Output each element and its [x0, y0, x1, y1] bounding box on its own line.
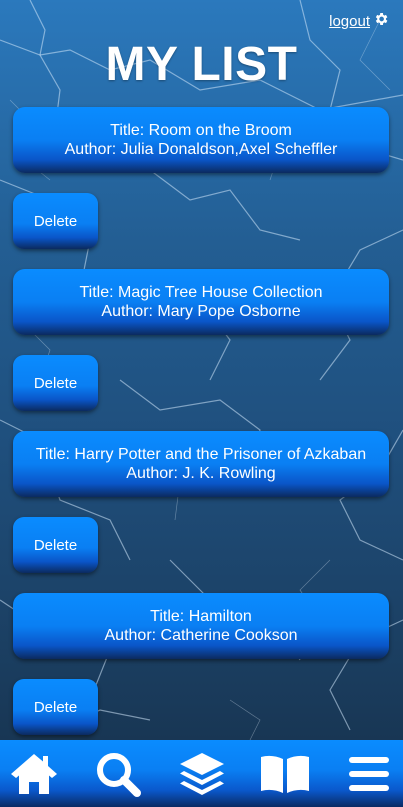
- delete-button[interactable]: Delete: [13, 355, 98, 411]
- search-icon[interactable]: [92, 748, 144, 800]
- menu-icon[interactable]: [343, 748, 395, 800]
- page-title: MY LIST: [105, 38, 298, 91]
- list-item: Title: Harry Potter and the Prisoner of …: [13, 431, 389, 593]
- bottom-nav: [0, 740, 403, 807]
- book-author: Author: J. K. Rowling: [126, 465, 276, 482]
- delete-button[interactable]: Delete: [13, 517, 98, 573]
- book-card[interactable]: Title: Room on the Broom Author: Julia D…: [13, 107, 389, 173]
- gear-icon[interactable]: [373, 11, 389, 32]
- layers-icon[interactable]: [176, 748, 228, 800]
- list-item: Title: Hamilton Author: Catherine Cookso…: [13, 593, 389, 735]
- book-author: Author: Mary Pope Osborne: [101, 303, 301, 320]
- list-item: Title: Room on the Broom Author: Julia D…: [13, 107, 389, 269]
- book-author: Author: Catherine Cookson: [104, 627, 298, 644]
- book-icon[interactable]: [259, 748, 311, 800]
- logout-link[interactable]: logout: [329, 13, 370, 30]
- book-title: Title: Room on the Broom: [110, 122, 292, 139]
- book-card[interactable]: Title: Harry Potter and the Prisoner of …: [13, 431, 389, 497]
- book-title: Title: Magic Tree House Collection: [79, 284, 323, 301]
- book-card[interactable]: Title: Magic Tree House Collection Autho…: [13, 269, 389, 335]
- topbar: logout: [329, 11, 389, 32]
- delete-button[interactable]: Delete: [13, 193, 98, 249]
- book-title: Title: Hamilton: [150, 608, 252, 625]
- delete-button[interactable]: Delete: [13, 679, 98, 735]
- book-author: Author: Julia Donaldson,Axel Scheffler: [64, 141, 338, 158]
- home-icon[interactable]: [8, 748, 60, 800]
- book-list: Title: Room on the Broom Author: Julia D…: [13, 107, 389, 735]
- book-card[interactable]: Title: Hamilton Author: Catherine Cookso…: [13, 593, 389, 659]
- list-item: Title: Magic Tree House Collection Autho…: [13, 269, 389, 431]
- book-title: Title: Harry Potter and the Prisoner of …: [35, 446, 367, 463]
